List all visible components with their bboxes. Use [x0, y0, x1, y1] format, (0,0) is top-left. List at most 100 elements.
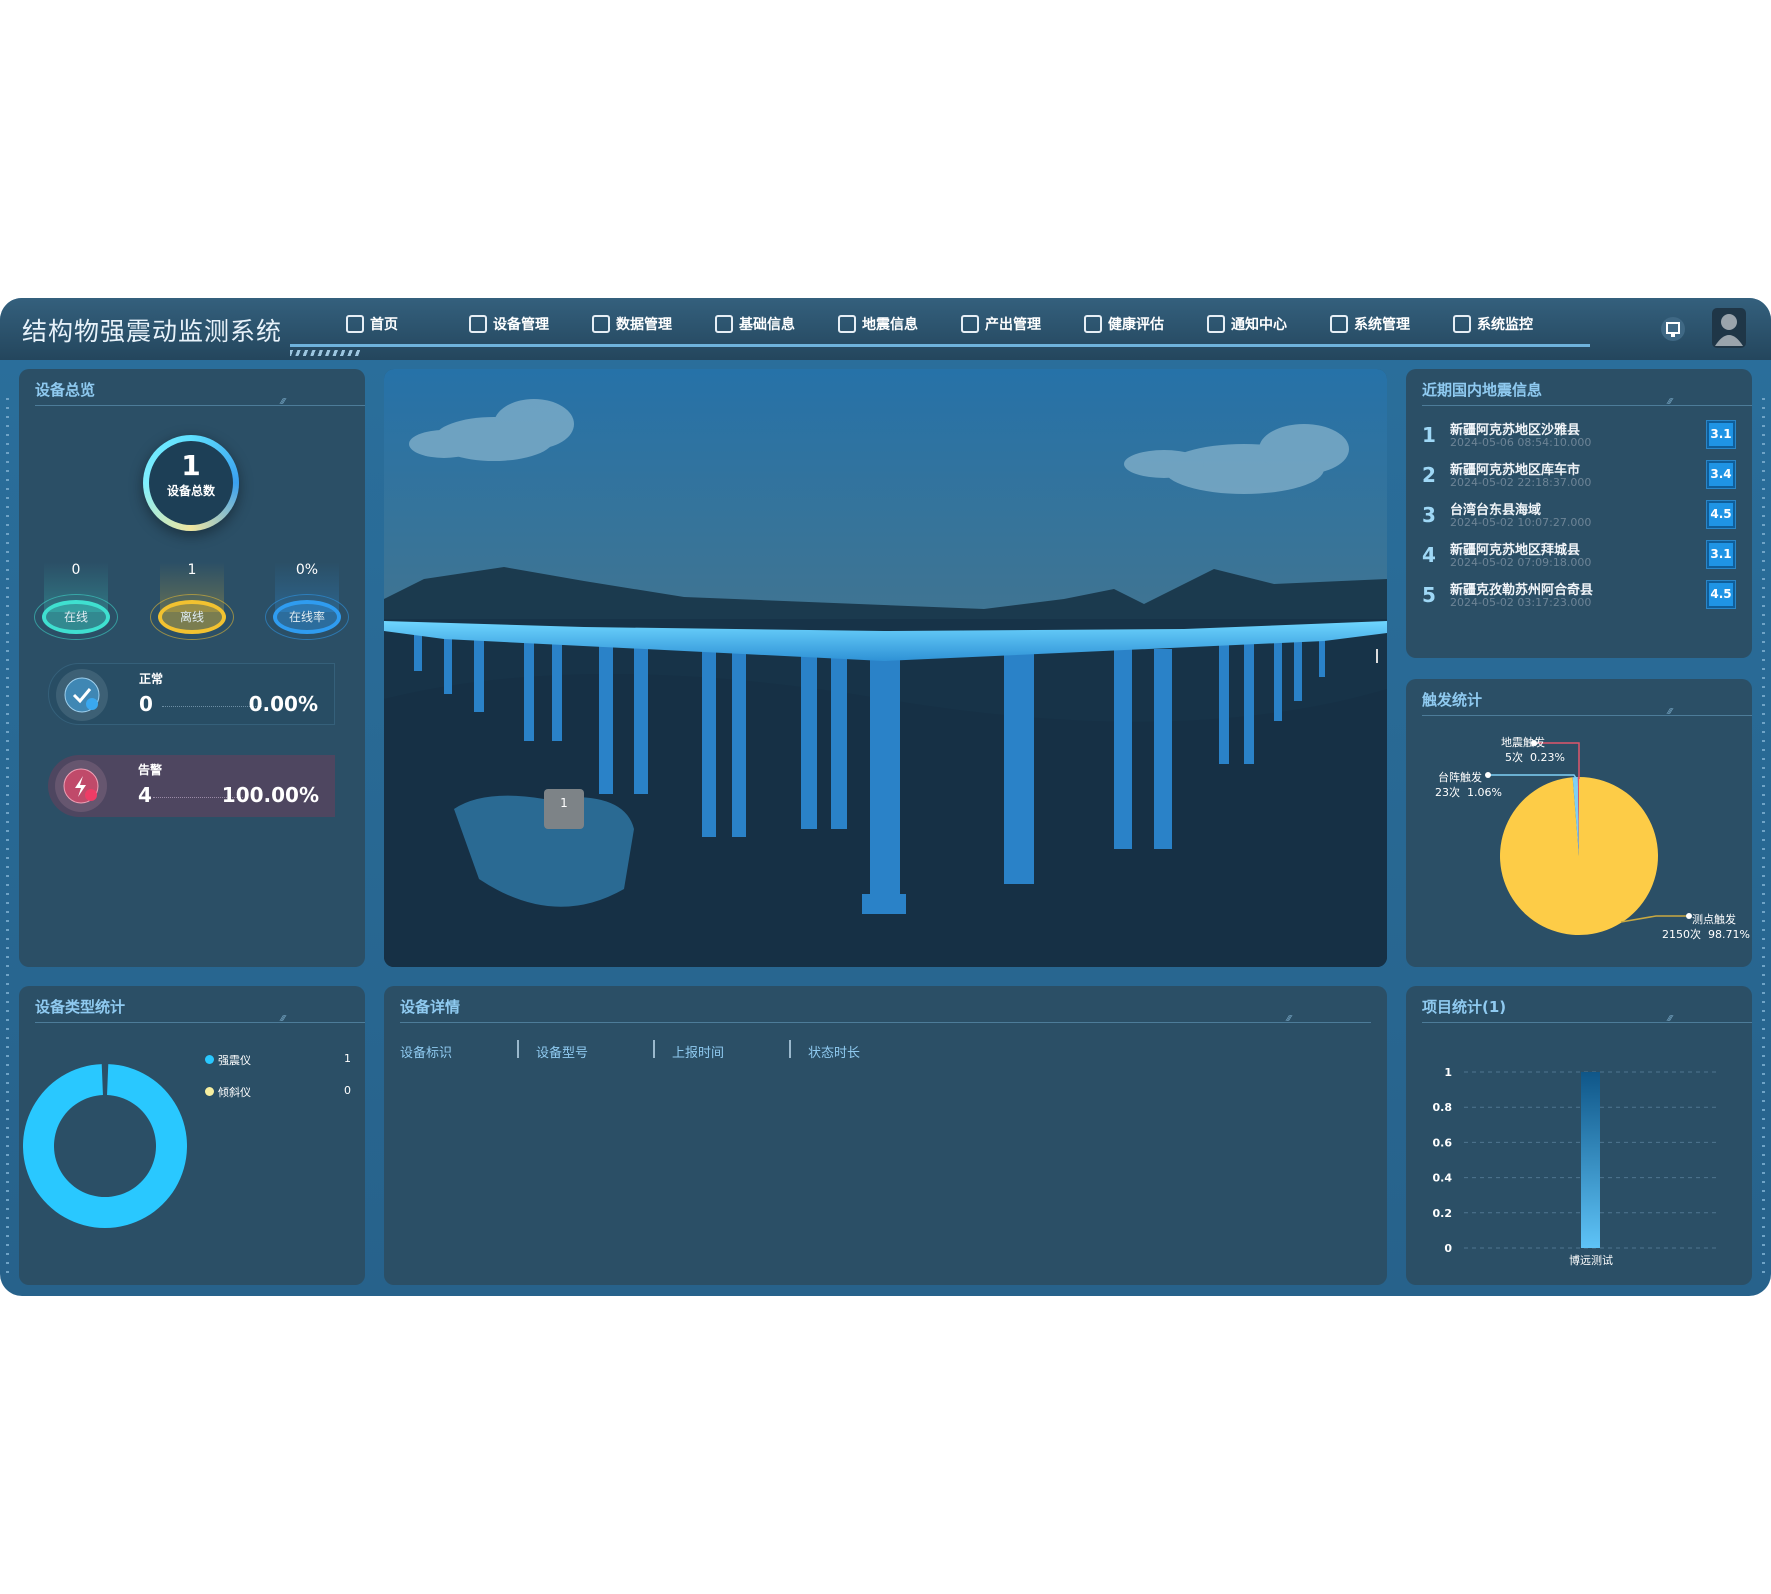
- nav-item-0[interactable]: 首页: [346, 314, 469, 334]
- eq-time: 2024-05-06 08:54:10.000: [1450, 436, 1592, 449]
- eq-rank: 4: [1422, 543, 1436, 567]
- pie-percent: 1.06%: [1467, 786, 1502, 799]
- y-tick-label: 0.6: [1433, 1136, 1453, 1149]
- earthquake-item[interactable]: 1 新疆阿克苏地区沙雅县 2024-05-06 08:54:10.000 3.1: [1406, 415, 1752, 455]
- nav-label: 首页: [370, 317, 398, 333]
- legend-label: 倾斜仪: [218, 1086, 251, 1099]
- total-devices-label: 设备总数: [166, 484, 215, 498]
- file-icon: [838, 315, 856, 333]
- column-header-device-id[interactable]: 设备标识: [400, 1042, 452, 1061]
- bar[interactable]: [1581, 1072, 1600, 1248]
- leader-line: [1620, 915, 1689, 923]
- nav-label: 健康评估: [1108, 317, 1164, 333]
- device-detail-panel: 设备详情 设备标识 设备型号 上报时间 状态时长: [384, 986, 1387, 1285]
- leader-line: [1488, 774, 1577, 779]
- eq-magnitude-badge: 3.1: [1706, 540, 1736, 569]
- bridge-scene[interactable]: 1: [384, 369, 1387, 967]
- pie-label-name: 测点触发: [1692, 913, 1736, 926]
- top-header: 结构物强震动监测系统 首页 设备管理 数据管理 基础信息 地震信息 产出管理 健康评估 通知中…: [0, 298, 1771, 360]
- legend-item[interactable]: 强震仪 1: [205, 1052, 355, 1068]
- nav-item-7[interactable]: 通知中心: [1207, 314, 1330, 334]
- stat-0: 0 在线: [34, 562, 118, 642]
- bell-icon: [1207, 315, 1225, 333]
- legend-dot-icon: [205, 1087, 214, 1096]
- legend-item[interactable]: 倾斜仪 0: [205, 1084, 355, 1100]
- document-icon: [715, 315, 733, 333]
- earthquake-item[interactable]: 2 新疆阿克苏地区库车市 2024-05-02 22:18:37.000 3.4: [1406, 455, 1752, 495]
- pie-count: 23次: [1435, 786, 1460, 799]
- header-decoration: [290, 350, 360, 356]
- legend-dot-icon: [205, 1055, 214, 1064]
- stat-value: 0%: [295, 562, 319, 578]
- earthquake-item[interactable]: 5 新疆克孜勒苏州阿合奇县 2024-05-02 03:17:23.000 4.5: [1406, 575, 1752, 615]
- eq-magnitude-badge: 4.5: [1706, 500, 1736, 529]
- alarm-status-card: 告警 4 100.00%: [48, 755, 335, 817]
- total-devices-ring: 1 设备总数: [143, 435, 239, 531]
- stat-label: 离线: [158, 600, 226, 634]
- panel-title: 近期国内地震信息: [1422, 381, 1543, 399]
- alarm-percent: 100.00%: [221, 783, 319, 807]
- stat-2: 0% 在线率: [265, 562, 349, 642]
- leader-dot: [1485, 772, 1491, 778]
- y-tick-label: 0.2: [1433, 1207, 1453, 1220]
- column-header-status-duration[interactable]: 状态时长: [808, 1042, 860, 1061]
- stat-label: 在线: [42, 600, 110, 634]
- legend-value: 0: [344, 1084, 351, 1097]
- eq-time: 2024-05-02 10:07:27.000: [1450, 516, 1592, 529]
- report-icon: [961, 315, 979, 333]
- title-divider: [400, 1014, 1371, 1023]
- trigger-stats-panel: 触发统计 地震触发 5次 0.23% 台阵触发 23次 1.06% 测点触发 2…: [1406, 679, 1752, 967]
- y-tick-label: 0: [1444, 1242, 1452, 1255]
- eq-rank: 2: [1422, 463, 1436, 487]
- nav-label: 系统监控: [1477, 317, 1533, 333]
- total-devices-value: 1: [181, 449, 201, 482]
- nav-label: 设备管理: [493, 317, 549, 333]
- bridge-3d-view[interactable]: 1: [384, 369, 1387, 967]
- screen-chart-icon: [1453, 315, 1471, 333]
- eq-magnitude-badge: 3.4: [1706, 460, 1736, 489]
- nav-item-1[interactable]: 设备管理: [469, 314, 592, 334]
- nav-item-3[interactable]: 基础信息: [715, 314, 838, 334]
- eq-magnitude-badge: 3.1: [1706, 420, 1736, 449]
- nav-item-2[interactable]: 数据管理: [592, 314, 715, 334]
- eq-rank: 5: [1422, 583, 1436, 607]
- column-header-model[interactable]: 设备型号: [536, 1042, 588, 1061]
- pie-label-value: 5次 0.23%: [1505, 749, 1565, 765]
- nav-label: 通知中心: [1231, 317, 1287, 333]
- stat-label: 在线率: [273, 600, 341, 634]
- screen-icon[interactable]: [1659, 314, 1687, 344]
- legend-value: 1: [344, 1052, 351, 1065]
- earthquake-item[interactable]: 3 台湾台东县海域 2024-05-02 10:07:27.000 4.5: [1406, 495, 1752, 535]
- panel-title: 设备详情: [400, 998, 461, 1016]
- bar-chart-icon: [592, 315, 610, 333]
- column-header-report-time[interactable]: 上报时间: [672, 1042, 724, 1061]
- title-divider: [1422, 397, 1752, 406]
- normal-status-card: 正常 0 0.00%: [48, 663, 335, 725]
- nav-item-8[interactable]: 系统管理: [1330, 314, 1453, 334]
- nav-item-6[interactable]: 健康评估: [1084, 314, 1207, 334]
- normal-percent: 0.00%: [248, 692, 318, 716]
- column-separator: [517, 1040, 519, 1058]
- pie-label-value: 2150次 98.71%: [1662, 926, 1750, 942]
- panel-title: 设备总览: [35, 381, 96, 399]
- nav-label: 产出管理: [985, 317, 1041, 333]
- nav-item-5[interactable]: 产出管理: [961, 314, 1084, 334]
- project-stats-panel: 项目统计(1) 00.20.40.60.81博远测试: [1406, 986, 1752, 1285]
- user-avatar-icon[interactable]: [1712, 308, 1746, 348]
- column-separator: [653, 1040, 655, 1058]
- normal-label: 正常: [139, 672, 164, 686]
- eq-magnitude-badge: 4.5: [1706, 580, 1736, 609]
- nav-item-4[interactable]: 地震信息: [838, 314, 961, 334]
- title-divider: [35, 397, 365, 406]
- donut-slice[interactable]: [22, 1064, 188, 1228]
- nav-label: 数据管理: [616, 317, 672, 333]
- earthquake-item[interactable]: 4 新疆阿克苏地区拜城县 2024-05-02 07:09:18.000 3.1: [1406, 535, 1752, 575]
- y-tick-label: 0.8: [1433, 1101, 1453, 1114]
- dotted-leader: [162, 706, 262, 707]
- nav-item-9[interactable]: 系统监控: [1453, 314, 1576, 334]
- nav-label: 地震信息: [862, 317, 918, 333]
- device-overview-panel: 设备总览 1 设备总数 0 在线 1 离线 0% 在线率 正常 0 0.00% 告警 4 …: [19, 369, 365, 967]
- eq-rank: 1: [1422, 423, 1436, 447]
- earthquake-info-panel: 近期国内地震信息 1新疆阿克苏地区沙雅县2024-05-06 08:54:10.…: [1406, 369, 1752, 658]
- scroll-indicator[interactable]: [1376, 649, 1378, 663]
